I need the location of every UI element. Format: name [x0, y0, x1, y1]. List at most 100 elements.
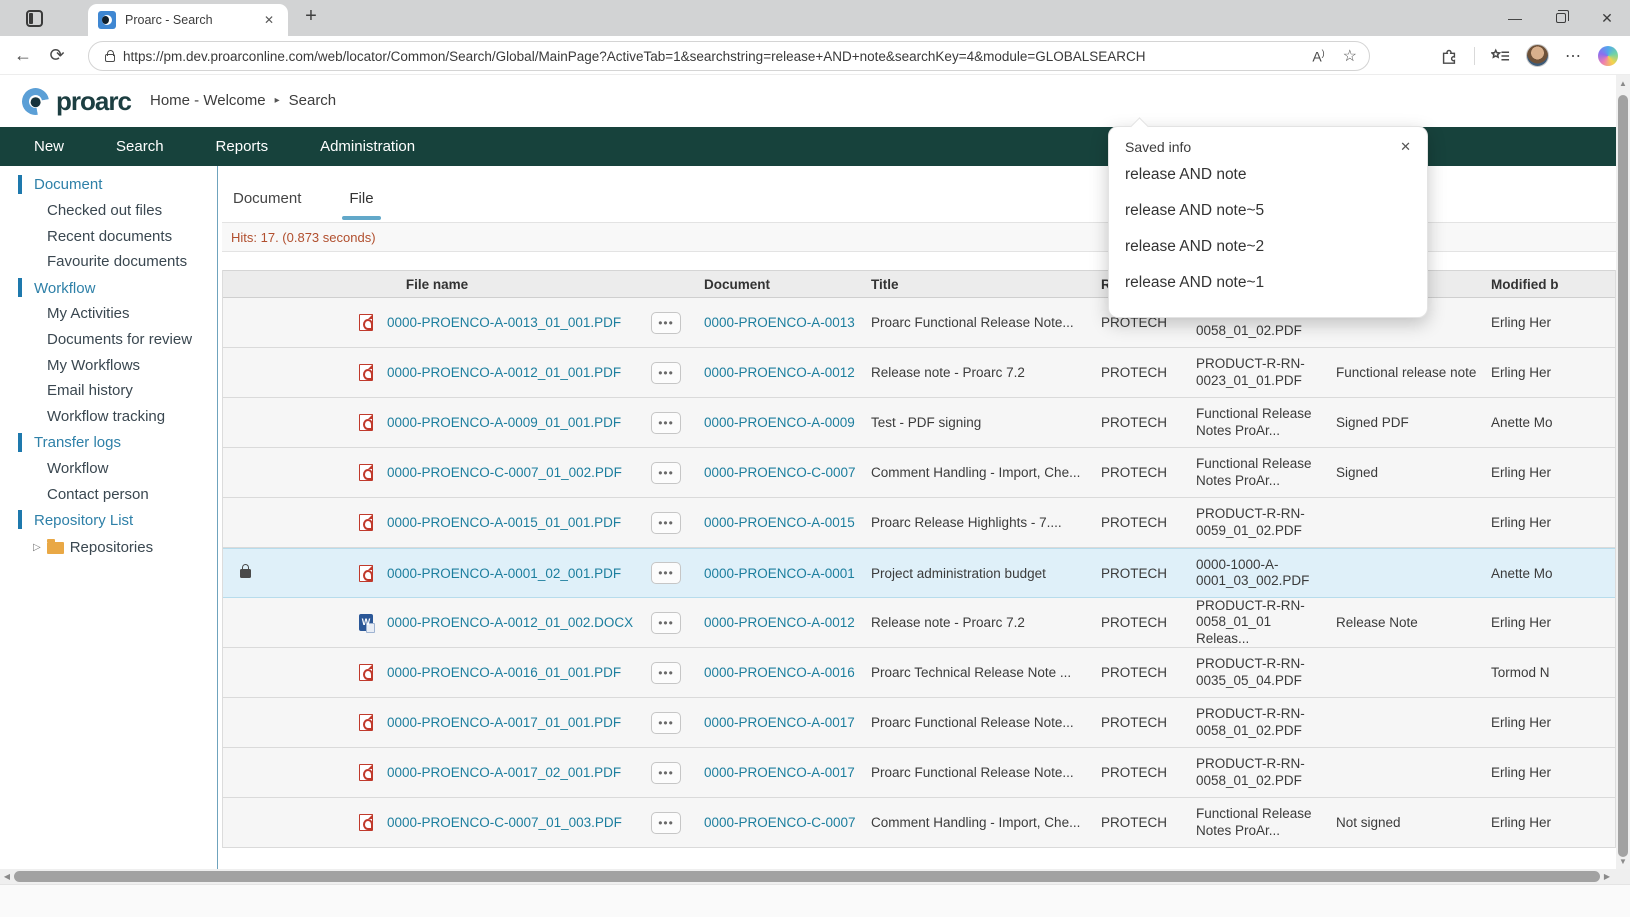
sidebar-item-contact-person[interactable]: Contact person [0, 482, 217, 508]
site-security-icon[interactable] [105, 50, 115, 62]
read-aloud-icon[interactable]: A) [1312, 48, 1324, 65]
row-menu-button[interactable]: ••• [651, 711, 681, 734]
row-menu-button[interactable]: ••• [651, 461, 681, 484]
row-menu-button[interactable]: ••• [651, 811, 681, 834]
tab-document[interactable]: Document [233, 190, 301, 207]
table-row[interactable]: 0000-PROENCO-A-0012_01_002.DOCX ••• 0000… [223, 598, 1615, 648]
file-name-link[interactable]: 0000-PROENCO-C-0007_01_002.PDF [387, 465, 622, 480]
saved-info-item[interactable]: release AND note~5 [1109, 193, 1427, 229]
file-name-link[interactable]: 0000-PROENCO-A-0016_01_001.PDF [387, 665, 621, 680]
tab-file[interactable]: File [342, 190, 381, 220]
document-link[interactable]: 0000-PROENCO-A-0013 [704, 315, 855, 330]
document-link[interactable]: 0000-PROENCO-A-0017 [704, 715, 855, 730]
sidebar-section-repository-list[interactable]: Repository List [0, 507, 217, 533]
document-link[interactable]: 0000-PROENCO-A-0016 [704, 665, 855, 680]
breadcrumb-home[interactable]: Home - Welcome [150, 92, 266, 109]
row-menu-button[interactable]: ••• [651, 761, 681, 784]
file-name-link[interactable]: 0000-PROENCO-A-0017_02_001.PDF [387, 765, 621, 780]
row-menu-button[interactable]: ••• [651, 562, 681, 584]
document-link[interactable]: 0000-PROENCO-A-0015 [704, 515, 855, 530]
row-menu-button[interactable]: ••• [651, 311, 681, 334]
browser-menu-icon[interactable]: ⋯ [1565, 46, 1582, 66]
favorite-star-icon[interactable]: ☆ [1343, 46, 1357, 66]
tab-close-icon[interactable]: ✕ [260, 11, 278, 29]
browser-tab[interactable]: Proarc - Search ✕ [88, 4, 288, 36]
refresh-button[interactable]: ⟳ [40, 45, 74, 66]
file-name-link[interactable]: 0000-PROENCO-A-0015_01_001.PDF [387, 515, 621, 530]
table-row[interactable]: 0000-PROENCO-C-0007_01_002.PDF ••• 0000-… [223, 448, 1615, 498]
scroll-left-icon[interactable]: ◀ [0, 872, 14, 881]
sidebar-item-my-activities[interactable]: My Activities [0, 301, 217, 327]
sidebar-item-my-workflows[interactable]: My Workflows [0, 353, 217, 379]
minimize-button[interactable]: — [1492, 0, 1538, 36]
file-name-link[interactable]: 0000-PROENCO-A-0009_01_001.PDF [387, 415, 621, 430]
close-button[interactable]: ✕ [1584, 0, 1630, 36]
horizontal-scrollbar[interactable]: ◀ ▶ [0, 869, 1616, 884]
url-field[interactable]: https://pm.dev.proarconline.com/web/loca… [88, 41, 1370, 71]
document-link[interactable]: 0000-PROENCO-A-0017 [704, 765, 855, 780]
saved-info-item[interactable]: release AND note~2 [1109, 229, 1427, 265]
file-name-link[interactable]: 0000-PROENCO-A-0013_01_001.PDF [387, 315, 621, 330]
sidebar-section-transfer-logs[interactable]: Transfer logs [0, 430, 217, 456]
table-row[interactable]: 0000-PROENCO-A-0009_01_001.PDF ••• 0000-… [223, 398, 1615, 448]
sidebar-item-documents-for-review[interactable]: Documents for review [0, 327, 217, 353]
scroll-down-icon[interactable]: ▼ [1616, 857, 1630, 866]
new-tab-button[interactable]: + [298, 5, 324, 28]
column-header-file-name[interactable]: File name [223, 277, 651, 292]
table-row[interactable]: 0000-PROENCO-A-0015_01_001.PDF ••• 0000-… [223, 498, 1615, 548]
scroll-right-icon[interactable]: ▶ [1600, 872, 1614, 881]
row-menu-button[interactable]: ••• [651, 661, 681, 684]
table-row[interactable]: 0000-PROENCO-A-0016_01_001.PDF ••• 0000-… [223, 648, 1615, 698]
horizontal-scrollbar-thumb[interactable] [14, 871, 1600, 882]
table-row[interactable]: 0000-PROENCO-A-0017_02_001.PDF ••• 0000-… [223, 748, 1615, 798]
sidebar-item-checked-out-files[interactable]: Checked out files [0, 198, 217, 224]
sidebar-section-workflow[interactable]: Workflow [0, 275, 217, 301]
document-link[interactable]: 0000-PROENCO-C-0007 [704, 815, 856, 830]
tab-workspaces-icon[interactable] [26, 9, 43, 27]
row-menu-button[interactable]: ••• [651, 511, 681, 534]
file-name-link[interactable]: 0000-PROENCO-C-0007_01_003.PDF [387, 815, 622, 830]
sidebar-section-document[interactable]: Document [0, 172, 217, 198]
proarc-logo[interactable]: proarc [16, 82, 132, 121]
nav-item-administration[interactable]: Administration [320, 138, 415, 155]
saved-info-item[interactable]: release AND note~1 [1109, 265, 1427, 301]
sidebar-item-email-history[interactable]: Email history [0, 378, 217, 404]
sidebar-item-workflow-tracking[interactable]: Workflow tracking [0, 404, 217, 430]
column-header-modified-by[interactable]: Modified b [1481, 277, 1615, 292]
table-row[interactable]: 0000-PROENCO-A-0012_01_001.PDF ••• 0000-… [223, 348, 1615, 398]
document-link[interactable]: 0000-PROENCO-A-0012 [704, 365, 855, 380]
nav-item-search[interactable]: Search [116, 138, 164, 155]
file-name-link[interactable]: 0000-PROENCO-A-0017_01_001.PDF [387, 715, 621, 730]
row-menu-button[interactable]: ••• [651, 611, 681, 634]
nav-item-new[interactable]: New [34, 138, 64, 155]
extensions-icon[interactable] [1440, 47, 1458, 65]
scroll-up-icon[interactable]: ▲ [1616, 79, 1630, 88]
row-menu-button[interactable]: ••• [651, 361, 681, 384]
restore-button[interactable] [1538, 0, 1584, 36]
column-header-title[interactable]: Title [861, 277, 1091, 292]
table-row[interactable]: 0000-PROENCO-A-0017_01_001.PDF ••• 0000-… [223, 698, 1615, 748]
tree-expand-icon[interactable]: ▷ [33, 542, 41, 553]
document-link[interactable]: 0000-PROENCO-C-0007 [704, 465, 856, 480]
document-link[interactable]: 0000-PROENCO-A-0009 [704, 415, 855, 430]
file-name-link[interactable]: 0000-PROENCO-A-0012_01_001.PDF [387, 365, 621, 380]
sidebar-item-favourite-documents[interactable]: Favourite documents [0, 249, 217, 275]
favorites-bar-icon[interactable] [1491, 48, 1510, 64]
nav-item-reports[interactable]: Reports [216, 138, 269, 155]
profile-avatar[interactable] [1526, 44, 1549, 67]
sidebar-item-recent-documents[interactable]: Recent documents [0, 224, 217, 250]
vertical-scrollbar-thumb[interactable] [1618, 95, 1628, 857]
back-button[interactable]: ← [6, 45, 40, 66]
copilot-icon[interactable] [1598, 45, 1618, 66]
vertical-scrollbar[interactable]: ▲ ▼ [1616, 75, 1630, 869]
sidebar-item-workflow[interactable]: Workflow [0, 456, 217, 482]
document-link[interactable]: 0000-PROENCO-A-0012 [704, 615, 855, 630]
saved-info-item[interactable]: release AND note [1109, 157, 1427, 193]
row-menu-button[interactable]: ••• [651, 411, 681, 434]
table-row[interactable]: 0000-PROENCO-C-0007_01_003.PDF ••• 0000-… [223, 798, 1615, 848]
sidebar-tree-repositories[interactable]: ▷ Repositories [0, 533, 217, 561]
table-row[interactable]: 0000-PROENCO-A-0001_02_001.PDF ••• 0000-… [223, 548, 1615, 598]
file-name-link[interactable]: 0000-PROENCO-A-0001_02_001.PDF [387, 566, 621, 581]
document-link[interactable]: 0000-PROENCO-A-0001 [704, 566, 855, 581]
file-name-link[interactable]: 0000-PROENCO-A-0012_01_002.DOCX [387, 615, 633, 630]
